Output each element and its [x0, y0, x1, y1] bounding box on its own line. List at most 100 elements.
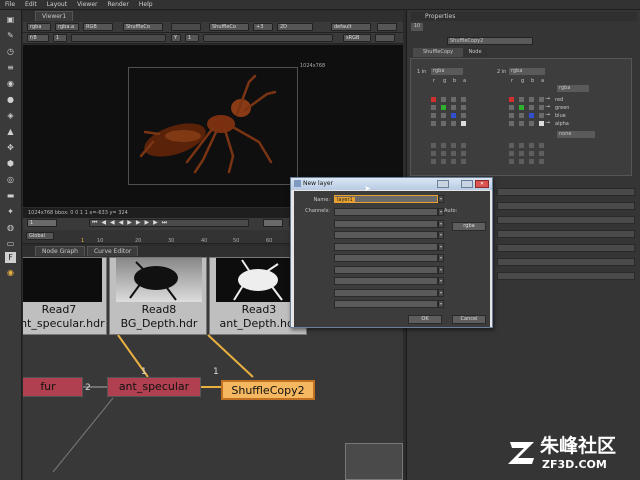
channel-toggle[interactable] — [461, 159, 466, 164]
help-button[interactable]: ? — [437, 180, 449, 188]
channel-toggle[interactable] — [441, 121, 446, 126]
channel-field[interactable] — [334, 288, 438, 297]
channel-toggle[interactable] — [451, 121, 456, 126]
in2-select[interactable]: rgba — [509, 68, 545, 75]
lut-select[interactable]: default — [331, 23, 371, 31]
channel-toggle[interactable] — [519, 121, 524, 126]
tab-shufflecopy[interactable]: ShuffleCopy — [413, 48, 463, 57]
channel-toggle[interactable] — [431, 143, 436, 148]
transform-icon[interactable]: ✥ — [5, 142, 16, 153]
auto-rgba-button[interactable]: rgba — [452, 222, 486, 231]
name-field[interactable]: layer1 — [334, 195, 438, 203]
tab-curve-editor[interactable]: Curve Editor — [86, 246, 139, 256]
channel-toggle[interactable] — [539, 105, 544, 110]
cancel-button[interactable]: Cancel — [452, 315, 486, 324]
menu-file[interactable]: File — [0, 0, 20, 9]
channel-toggle[interactable] — [519, 151, 524, 156]
channel-toggle[interactable] — [441, 113, 446, 118]
shufflecopy2-node[interactable]: ShuffleCopy2 — [221, 380, 315, 400]
channel-dropdown[interactable]: ▾ — [438, 231, 444, 239]
channel-toggle[interactable] — [509, 143, 514, 148]
fur-node[interactable]: fur — [23, 377, 83, 397]
channel-toggle[interactable] — [461, 121, 466, 126]
channel-toggle[interactable] — [431, 159, 436, 164]
channel-toggle[interactable] — [519, 113, 524, 118]
channel-toggle[interactable] — [431, 113, 436, 118]
channel-toggle[interactable] — [461, 105, 466, 110]
gain-slider[interactable] — [71, 34, 166, 42]
channel-toggle[interactable] — [461, 143, 466, 148]
view-icon[interactable]: ◎ — [5, 174, 16, 185]
other-icon[interactable]: ▭ — [5, 238, 16, 249]
name-dropdown[interactable]: ▾ — [438, 195, 444, 203]
menu-edit[interactable]: Edit — [20, 0, 42, 9]
channel-toggle[interactable] — [461, 97, 466, 102]
channel-toggle[interactable] — [451, 151, 456, 156]
channel-toggle[interactable] — [441, 105, 446, 110]
max-panels-input[interactable]: 10 — [411, 23, 423, 31]
in1-select[interactable]: rgba — [431, 68, 463, 75]
channel-toggle[interactable] — [451, 143, 456, 148]
channel-toggle[interactable] — [539, 143, 544, 148]
gain-value[interactable]: 1 — [53, 34, 67, 42]
channel-toggle[interactable] — [539, 159, 544, 164]
read7-node[interactable]: Read7 ant_specular.hdr — [23, 257, 107, 335]
filter-icon[interactable]: ● — [5, 94, 16, 105]
channel-toggle[interactable] — [519, 97, 524, 102]
channel-field[interactable] — [334, 300, 438, 308]
channel-dropdown[interactable]: ▾ — [438, 219, 444, 228]
channel-toggle[interactable] — [461, 113, 466, 118]
channel-toggle[interactable] — [539, 113, 544, 118]
channel-toggle[interactable] — [529, 121, 534, 126]
draw-icon[interactable]: ✎ — [5, 30, 16, 41]
node-name-field[interactable]: ShuffleCopy2 — [447, 37, 533, 45]
tab-node-graph[interactable]: Node Graph — [35, 246, 85, 256]
channel-field[interactable] — [334, 254, 438, 262]
channel-toggle[interactable] — [529, 97, 534, 102]
channel-toggle[interactable] — [519, 105, 524, 110]
channel-toggle[interactable] — [509, 113, 514, 118]
alpha-select[interactable]: rgba.a — [55, 23, 79, 31]
frame-input[interactable]: 1 — [27, 219, 57, 227]
viewer-options[interactable] — [377, 23, 397, 31]
time-icon[interactable]: ◷ — [5, 46, 16, 57]
channel-dropdown[interactable]: ▾ — [438, 277, 444, 285]
playback-controls[interactable]: ⏮◀◀◀▶▶▶▶⏭ — [89, 219, 249, 227]
b-input-select[interactable]: ShuffleCo — [209, 23, 249, 31]
channel-dropdown[interactable]: ▾ — [438, 300, 444, 308]
viewer-node[interactable] — [345, 443, 403, 480]
channel-toggle[interactable] — [539, 97, 544, 102]
proxy-toggle[interactable] — [375, 34, 395, 42]
channel-toggle[interactable] — [509, 121, 514, 126]
channel-icon[interactable]: ≡ — [5, 62, 16, 73]
eye-icon[interactable]: ◉ — [5, 267, 16, 278]
channel-toggle[interactable] — [509, 97, 514, 102]
channel-toggle[interactable] — [509, 159, 514, 164]
channel-field[interactable] — [334, 277, 438, 285]
channel-field[interactable] — [334, 219, 438, 228]
channel-toggle[interactable] — [441, 151, 446, 156]
properties-row-4[interactable] — [497, 230, 635, 238]
tab-node[interactable]: Node — [463, 48, 487, 57]
channel-toggle[interactable] — [441, 97, 446, 102]
close-button[interactable]: ✕ — [475, 180, 489, 188]
gamma-slider[interactable] — [203, 34, 333, 42]
output2-select[interactable]: none — [557, 131, 595, 138]
colorspace-select[interactable]: RGB — [83, 23, 113, 31]
channel-toggle[interactable] — [451, 159, 456, 164]
channel-toggle[interactable] — [519, 143, 524, 148]
3d-icon[interactable]: ⬢ — [5, 158, 16, 169]
menu-help[interactable]: Help — [134, 0, 158, 9]
menu-render[interactable]: Render — [102, 0, 133, 9]
minimize-button[interactable]: _ — [461, 180, 473, 188]
increment-input[interactable] — [263, 219, 283, 227]
channel-toggle[interactable] — [539, 121, 544, 126]
channel-toggle[interactable] — [529, 113, 534, 118]
gamma-value[interactable]: 1 — [185, 34, 199, 42]
menu-layout[interactable]: Layout — [42, 0, 72, 9]
channel-toggle[interactable] — [529, 151, 534, 156]
channel-toggle[interactable] — [519, 159, 524, 164]
keyer-icon[interactable]: ◈ — [5, 110, 16, 121]
channel-field[interactable] — [334, 208, 438, 216]
channel-dropdown[interactable]: ▾ — [438, 242, 444, 251]
